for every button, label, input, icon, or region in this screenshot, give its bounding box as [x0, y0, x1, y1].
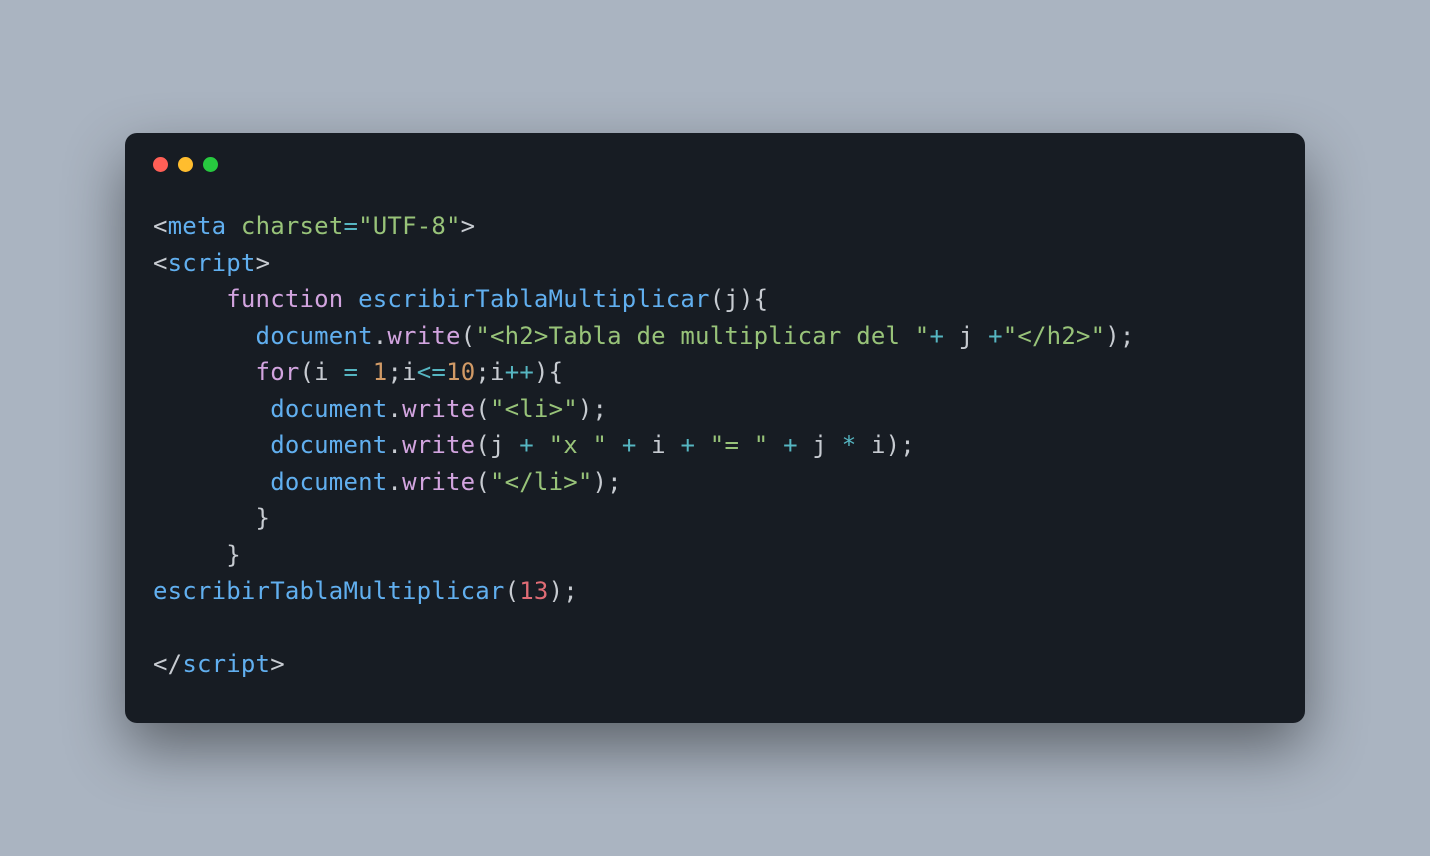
- code-token: (: [475, 395, 490, 423]
- code-token: "<li>": [490, 395, 578, 423]
- code-token: j: [959, 322, 988, 350]
- code-token: (: [710, 285, 725, 313]
- code-token: j: [812, 431, 841, 459]
- code-token: );: [886, 431, 915, 459]
- code-token: "UTF-8": [358, 212, 461, 240]
- code-token: document: [270, 468, 387, 496]
- code-window: <meta charset="UTF-8"> <script> function…: [125, 133, 1305, 722]
- code-token: i: [402, 358, 417, 386]
- code-token: +: [519, 431, 548, 459]
- code-token: }: [226, 541, 241, 569]
- code-token: function: [226, 285, 343, 313]
- code-token: +: [929, 322, 958, 350]
- code-token: </: [153, 650, 182, 678]
- code-token: write: [402, 468, 475, 496]
- maximize-icon[interactable]: [203, 157, 218, 172]
- code-token: j: [724, 285, 739, 313]
- code-token: [153, 322, 256, 350]
- code-token: charset: [241, 212, 344, 240]
- code-token: +: [622, 431, 651, 459]
- code-token: >: [461, 212, 476, 240]
- code-token: <: [153, 212, 168, 240]
- code-block: <meta charset="UTF-8"> <script> function…: [153, 208, 1277, 682]
- code-token: +: [783, 431, 812, 459]
- code-token: ;: [475, 358, 490, 386]
- code-token: );: [549, 577, 578, 605]
- code-token: );: [593, 468, 622, 496]
- code-token: <=: [417, 358, 446, 386]
- code-token: document: [270, 431, 387, 459]
- code-token: =: [343, 358, 372, 386]
- code-token: [607, 431, 622, 459]
- code-token: (: [461, 322, 476, 350]
- code-token: [153, 285, 226, 313]
- code-token: i: [490, 358, 505, 386]
- code-token: (: [505, 577, 520, 605]
- code-token: escribirTablaMultiplicar: [153, 577, 505, 605]
- code-token: ){: [534, 358, 563, 386]
- code-token: [768, 431, 783, 459]
- code-token: i: [314, 358, 343, 386]
- code-token: [153, 431, 270, 459]
- code-token: (: [475, 431, 490, 459]
- code-token: [153, 358, 256, 386]
- code-token: write: [387, 322, 460, 350]
- code-token: [153, 504, 256, 532]
- code-token: +: [988, 322, 1003, 350]
- code-token: i: [651, 431, 680, 459]
- code-token: "</li>": [490, 468, 593, 496]
- code-token: ){: [739, 285, 768, 313]
- code-token: [153, 541, 226, 569]
- code-token: [226, 212, 241, 240]
- code-token: escribirTablaMultiplicar: [358, 285, 710, 313]
- code-token: ++: [505, 358, 534, 386]
- code-token: script: [168, 249, 256, 277]
- code-token: write: [402, 431, 475, 459]
- code-token: .: [387, 431, 402, 459]
- minimize-icon[interactable]: [178, 157, 193, 172]
- code-token: [153, 468, 270, 496]
- code-token: document: [256, 322, 373, 350]
- code-token: (: [475, 468, 490, 496]
- code-token: );: [578, 395, 607, 423]
- code-token: 10: [446, 358, 475, 386]
- code-token: meta: [168, 212, 227, 240]
- code-token: >: [270, 650, 285, 678]
- code-token: "x ": [549, 431, 608, 459]
- code-token: .: [373, 322, 388, 350]
- code-token: =: [343, 212, 358, 240]
- code-token: );: [1105, 322, 1134, 350]
- code-token: i: [871, 431, 886, 459]
- code-token: 1: [373, 358, 388, 386]
- code-token: [153, 395, 270, 423]
- code-token: }: [256, 504, 271, 532]
- code-token: 13: [519, 577, 548, 605]
- code-token: +: [680, 431, 709, 459]
- code-token: >: [256, 249, 271, 277]
- code-token: (: [300, 358, 315, 386]
- code-token: .: [387, 468, 402, 496]
- code-token: "</h2>": [1003, 322, 1106, 350]
- code-token: [343, 285, 358, 313]
- code-token: "= ": [710, 431, 769, 459]
- code-token: .: [387, 395, 402, 423]
- window-titlebar: [153, 157, 1277, 172]
- code-token: script: [182, 650, 270, 678]
- code-token: for: [256, 358, 300, 386]
- code-token: document: [270, 395, 387, 423]
- code-token: ;: [387, 358, 402, 386]
- code-token: j: [490, 431, 519, 459]
- close-icon[interactable]: [153, 157, 168, 172]
- code-token: write: [402, 395, 475, 423]
- code-token: "<h2>Tabla de multiplicar del ": [475, 322, 929, 350]
- code-token: <: [153, 249, 168, 277]
- code-token: *: [842, 431, 871, 459]
